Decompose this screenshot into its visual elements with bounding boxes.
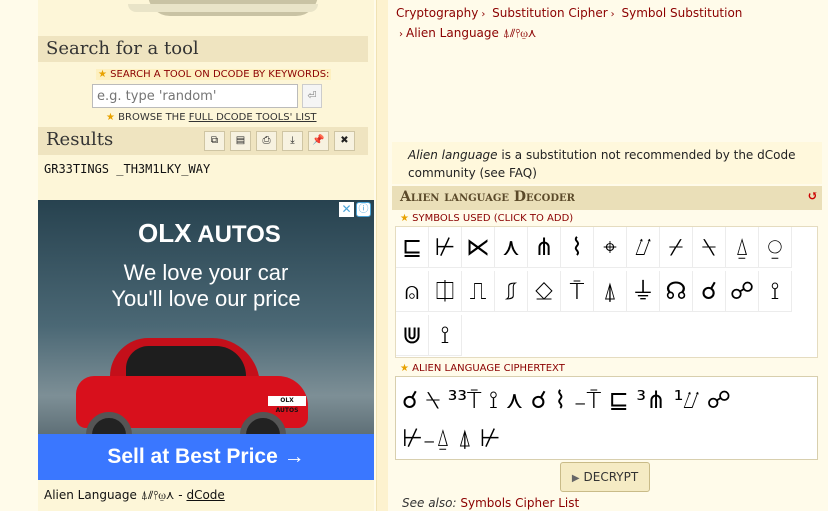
star-icon: ★ [400, 363, 409, 374]
close-icon[interactable]: ✖ [334, 131, 355, 151]
breadcrumb-cryptography[interactable]: Cryptography [396, 6, 478, 20]
breadcrumb: Cryptography › Substitution Cipher › Symbo… [396, 4, 816, 44]
symbol-key[interactable]: ⍝ [396, 271, 429, 312]
symbol-key[interactable]: ⍜ [759, 227, 792, 268]
download-icon[interactable]: ⤓ [282, 131, 303, 151]
symbol-key[interactable]: ⋉ [462, 227, 495, 268]
decrypt-button[interactable]: ▶ DECRYPT [560, 462, 650, 492]
dcode-link[interactable]: dCode [186, 488, 224, 502]
advertisement[interactable]: ✕ ⓘ OLX AUTOS We love your car You'll lo… [38, 200, 374, 480]
symbol-key[interactable]: ⍀ [693, 227, 726, 268]
symbols-label: ★ SYMBOLS USED (CLICK TO ADD) [400, 213, 574, 224]
column-divider [376, 0, 388, 511]
symbol-key[interactable]: ⋔ [528, 227, 561, 268]
symbol-key[interactable]: ☍ [726, 271, 759, 312]
ad-logo: OLX AUTOS [138, 218, 281, 248]
pin-icon[interactable]: 📌 [308, 131, 329, 151]
star-icon: ★ [98, 69, 107, 80]
symbol-key[interactable]: ⋓ [396, 315, 429, 356]
symbol-key[interactable]: ⎅ [429, 271, 462, 312]
breadcrumb-substitution-cipher[interactable]: Substitution Cipher [492, 6, 608, 20]
symbol-key[interactable]: ⎎ [495, 271, 528, 312]
footer-credit: Alien Language ⍋⫽⫯⍹⋏ - dCode [44, 488, 225, 502]
symbol-key[interactable]: ⌰ [627, 227, 660, 268]
star-icon: ★ [106, 112, 115, 123]
symbol-key[interactable]: ⍙ [726, 227, 759, 268]
full-tools-list-link[interactable]: FULL DCODE TOOLS' LIST [189, 112, 317, 123]
star-icon: ★ [400, 213, 409, 224]
symbol-key[interactable]: ⏚ [627, 271, 660, 312]
symbol-key[interactable]: ⌿ [660, 227, 693, 268]
see-also: See also: Symbols Cipher List [402, 496, 580, 510]
ad-close-icon[interactable]: ✕ [339, 202, 354, 217]
left-column: Search for a tool ★ SEARCH A TOOL ON DCO… [38, 0, 374, 511]
ad-info-icon[interactable]: ⓘ [356, 202, 371, 217]
ciphertext-line: ☌ ⍀ ³³⍑ ⟟ ⋏ ☌ ⌇ ₋⍑ ⊑ ³⋔ ¹⌰ ☍ [402, 386, 731, 414]
symbol-key[interactable]: ⟟ [429, 315, 462, 356]
ad-subheadline: You'll love our price [111, 286, 301, 311]
ciphertext-label: ★ ALIEN LANGUAGE CIPHERTEXT [400, 363, 565, 374]
symbol-key[interactable]: ☊ [660, 271, 693, 312]
ad-cta-button[interactable]: Sell at Best Price → [38, 434, 374, 480]
tool-title: Alien language Decoder ↺ [392, 186, 822, 210]
symbols-grid: ⊑ ⊬ ⋉ ⋏ ⋔ ⌇ ⌖ ⌰ ⌿ ⍀ ⍙ ⍜ ⍝ ⎅ ⎍ ⎎ ⎐ ⍑ ⍋ ⏚ … [395, 226, 818, 358]
search-caption: ★ SEARCH A TOOL ON DCODE BY KEYWORDS: [96, 69, 332, 80]
symbol-key[interactable]: ⊑ [396, 227, 429, 268]
search-section-title: Search for a tool [38, 36, 368, 62]
symbol-key[interactable]: ⊬ [429, 227, 462, 268]
copy-icon[interactable]: ⧉ [204, 131, 225, 151]
ciphertext-line: ⊬₋⍙ ⍋ ⊬ [402, 424, 501, 452]
symbol-key[interactable]: ⍋ [594, 271, 627, 312]
results-toolbar: ⧉ ▤ ⎙ ⤓ 📌 ✖ [204, 131, 355, 151]
clipboard-icon[interactable]: ▤ [230, 131, 251, 151]
breadcrumb-symbol-substitution[interactable]: Symbol Substitution [621, 6, 742, 20]
reload-icon[interactable]: ↺ [807, 189, 818, 204]
chevron-right-icon: › [399, 29, 403, 40]
ad-headline: We love your car [123, 260, 289, 285]
symbol-key[interactable]: ⌖ [594, 227, 627, 268]
result-output: GR33TINGS _TH3M1LKY_WAY [44, 162, 211, 176]
tool-intro: Alien language is a substitution not rec… [392, 142, 822, 184]
browse-tools: ★ BROWSE THE FULL DCODE TOOLS' LIST [106, 112, 317, 123]
car-plate: OLX AUTOS [268, 396, 306, 414]
symbols-cipher-list-link[interactable]: Symbols Cipher List [460, 496, 579, 510]
chevron-right-icon: › [610, 9, 615, 20]
search-submit-button[interactable]: ⏎ [302, 84, 322, 108]
symbol-key[interactable]: ⌇ [561, 227, 594, 268]
symbol-key[interactable]: ⍑ [561, 271, 594, 312]
symbol-key[interactable]: ⟟ [759, 271, 792, 312]
breadcrumb-alien-language[interactable]: Alien Language ⍋⫽⫯⍹⋏ [406, 26, 536, 40]
play-icon: ▶ [571, 473, 580, 484]
symbol-key[interactable]: ⎍ [462, 271, 495, 312]
print-icon[interactable]: ⎙ [256, 131, 277, 151]
header-image [108, 0, 338, 26]
chevron-right-icon: › [481, 9, 486, 20]
symbol-key[interactable]: ☌ [693, 271, 726, 312]
symbol-key[interactable]: ⋏ [495, 227, 528, 268]
ciphertext-input[interactable]: ☌ ⍀ ³³⍑ ⟟ ⋏ ☌ ⌇ ₋⍑ ⊑ ³⋔ ¹⌰ ☍ ⊬₋⍙ ⍋ ⊬ [395, 376, 818, 460]
symbol-key[interactable]: ⎐ [528, 271, 561, 312]
search-input[interactable] [92, 84, 298, 108]
